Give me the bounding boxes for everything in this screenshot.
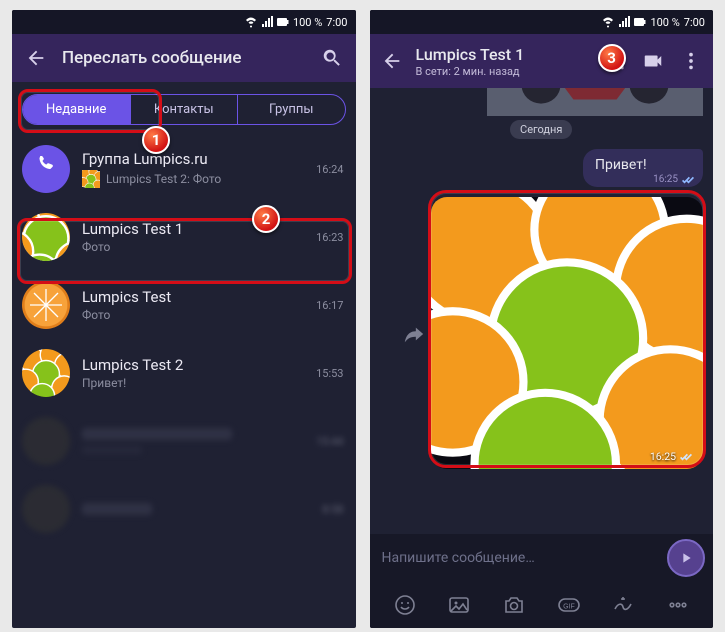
- more-attach-icon[interactable]: [666, 593, 690, 617]
- chat-presence: В сети: 2 мин. назад: [416, 65, 592, 78]
- row-title: Группа Lumpics.ru: [82, 150, 304, 168]
- callout-3: 3: [598, 44, 626, 72]
- list-item[interactable]: Lumpics Test 2 Привет! 15:53: [12, 339, 356, 407]
- sticker-icon[interactable]: [393, 593, 417, 617]
- row-time: 8:58: [322, 503, 343, 516]
- chat-list: Группа Lumpics.ru Lumpics Test 2: Фото 1…: [12, 135, 356, 628]
- row-time: 16:17: [316, 299, 343, 312]
- avatar: [22, 485, 70, 533]
- camera-icon[interactable]: [502, 593, 526, 617]
- more-icon[interactable]: [677, 47, 705, 75]
- row-time: 16:23: [316, 231, 343, 244]
- avatar: [22, 349, 70, 397]
- video-call-icon[interactable]: [639, 47, 667, 75]
- forward-icon[interactable]: [403, 323, 425, 349]
- back-icon[interactable]: [22, 44, 50, 72]
- status-bar: 100 % 7:00: [12, 10, 356, 34]
- read-icon: [679, 452, 693, 462]
- prev-photo-msg[interactable]: [487, 88, 703, 116]
- read-icon: [681, 175, 695, 185]
- row-time: 15:53: [316, 367, 343, 380]
- list-item[interactable]: Группа Lumpics.ru Lumpics Test 2: Фото 1…: [12, 135, 356, 203]
- chat-title: Lumpics Test 1: [416, 45, 592, 64]
- attach-row: GIF: [370, 582, 714, 628]
- battery-icon: [277, 16, 289, 28]
- row-sub: Фото: [82, 240, 110, 254]
- row-title: Lumpics Test 2: [82, 356, 304, 374]
- row-time: 15:44: [316, 435, 343, 448]
- wifi-icon: [602, 16, 614, 28]
- row-time: 16:24: [316, 163, 343, 176]
- tabs: Недавние Контакты Группы: [22, 94, 346, 125]
- clock-text: 7:00: [326, 16, 347, 29]
- battery-text: 100 %: [650, 16, 679, 29]
- day-chip: Сегодня: [510, 120, 572, 139]
- wifi-icon: [245, 16, 257, 28]
- avatar: [22, 213, 70, 261]
- status-bar: 100 % 7:00: [370, 10, 714, 34]
- send-button[interactable]: [667, 539, 705, 577]
- avatar: [22, 145, 70, 193]
- tab-contacts[interactable]: Контакты: [130, 95, 238, 124]
- list-item[interactable]: Lumpics Test Фото 16:17: [12, 271, 356, 339]
- row-sub: Фото: [82, 308, 110, 322]
- composer: Напишите сообщение…: [370, 534, 714, 582]
- clock-text: 7:00: [684, 16, 705, 29]
- appbar-title: Переслать сообщение: [62, 48, 306, 68]
- back-icon[interactable]: [378, 47, 406, 75]
- tab-groups[interactable]: Группы: [237, 95, 345, 124]
- list-item[interactable]: 15:44: [12, 407, 356, 475]
- avatar: [22, 281, 70, 329]
- list-item[interactable]: 8:58: [12, 475, 356, 543]
- bubble-text: Привет!: [595, 157, 647, 173]
- avatar: [22, 417, 70, 465]
- row-title: Lumpics Test: [82, 288, 304, 306]
- doodle-icon[interactable]: [611, 593, 635, 617]
- photo-message[interactable]: 16:25: [431, 197, 703, 469]
- callout-1: 1: [142, 126, 170, 154]
- text-bubble[interactable]: Привет! 16:25: [583, 149, 703, 187]
- left-screen: 100 % 7:00 Переслать сообщение Недавние …: [12, 10, 356, 628]
- right-screen: 100 % 7:00 Lumpics Test 1 В сети: 2 мин.…: [370, 10, 714, 628]
- battery-icon: [634, 16, 646, 28]
- gallery-icon[interactable]: [447, 593, 471, 617]
- svg-text:GIF: GIF: [563, 604, 575, 611]
- appbar-chat: Lumpics Test 1 В сети: 2 мин. назад: [370, 34, 714, 88]
- signal-icon: [261, 16, 273, 28]
- row-title: [82, 503, 152, 515]
- row-title: [82, 428, 232, 440]
- signal-icon: [618, 16, 630, 28]
- message-input[interactable]: Напишите сообщение…: [378, 550, 662, 566]
- list-item[interactable]: Lumpics Test 1 Фото 16:23: [12, 203, 356, 271]
- row-sub: Привет!: [82, 376, 126, 390]
- row-sub: Lumpics Test 2: Фото: [106, 172, 221, 186]
- battery-text: 100 %: [293, 16, 322, 29]
- appbar-forward: Переслать сообщение: [12, 34, 356, 82]
- gif-icon[interactable]: GIF: [557, 593, 581, 617]
- thumb-icon: [82, 170, 100, 188]
- callout-2: 2: [252, 205, 280, 233]
- row-sub: [82, 446, 142, 454]
- bubble-time: 16:25: [653, 174, 678, 185]
- photo-time: 16:25: [650, 450, 676, 463]
- search-icon[interactable]: [318, 44, 346, 72]
- tab-recent[interactable]: Недавние: [23, 95, 130, 124]
- chat-body: Сегодня Привет! 16:25 16:25: [370, 88, 714, 534]
